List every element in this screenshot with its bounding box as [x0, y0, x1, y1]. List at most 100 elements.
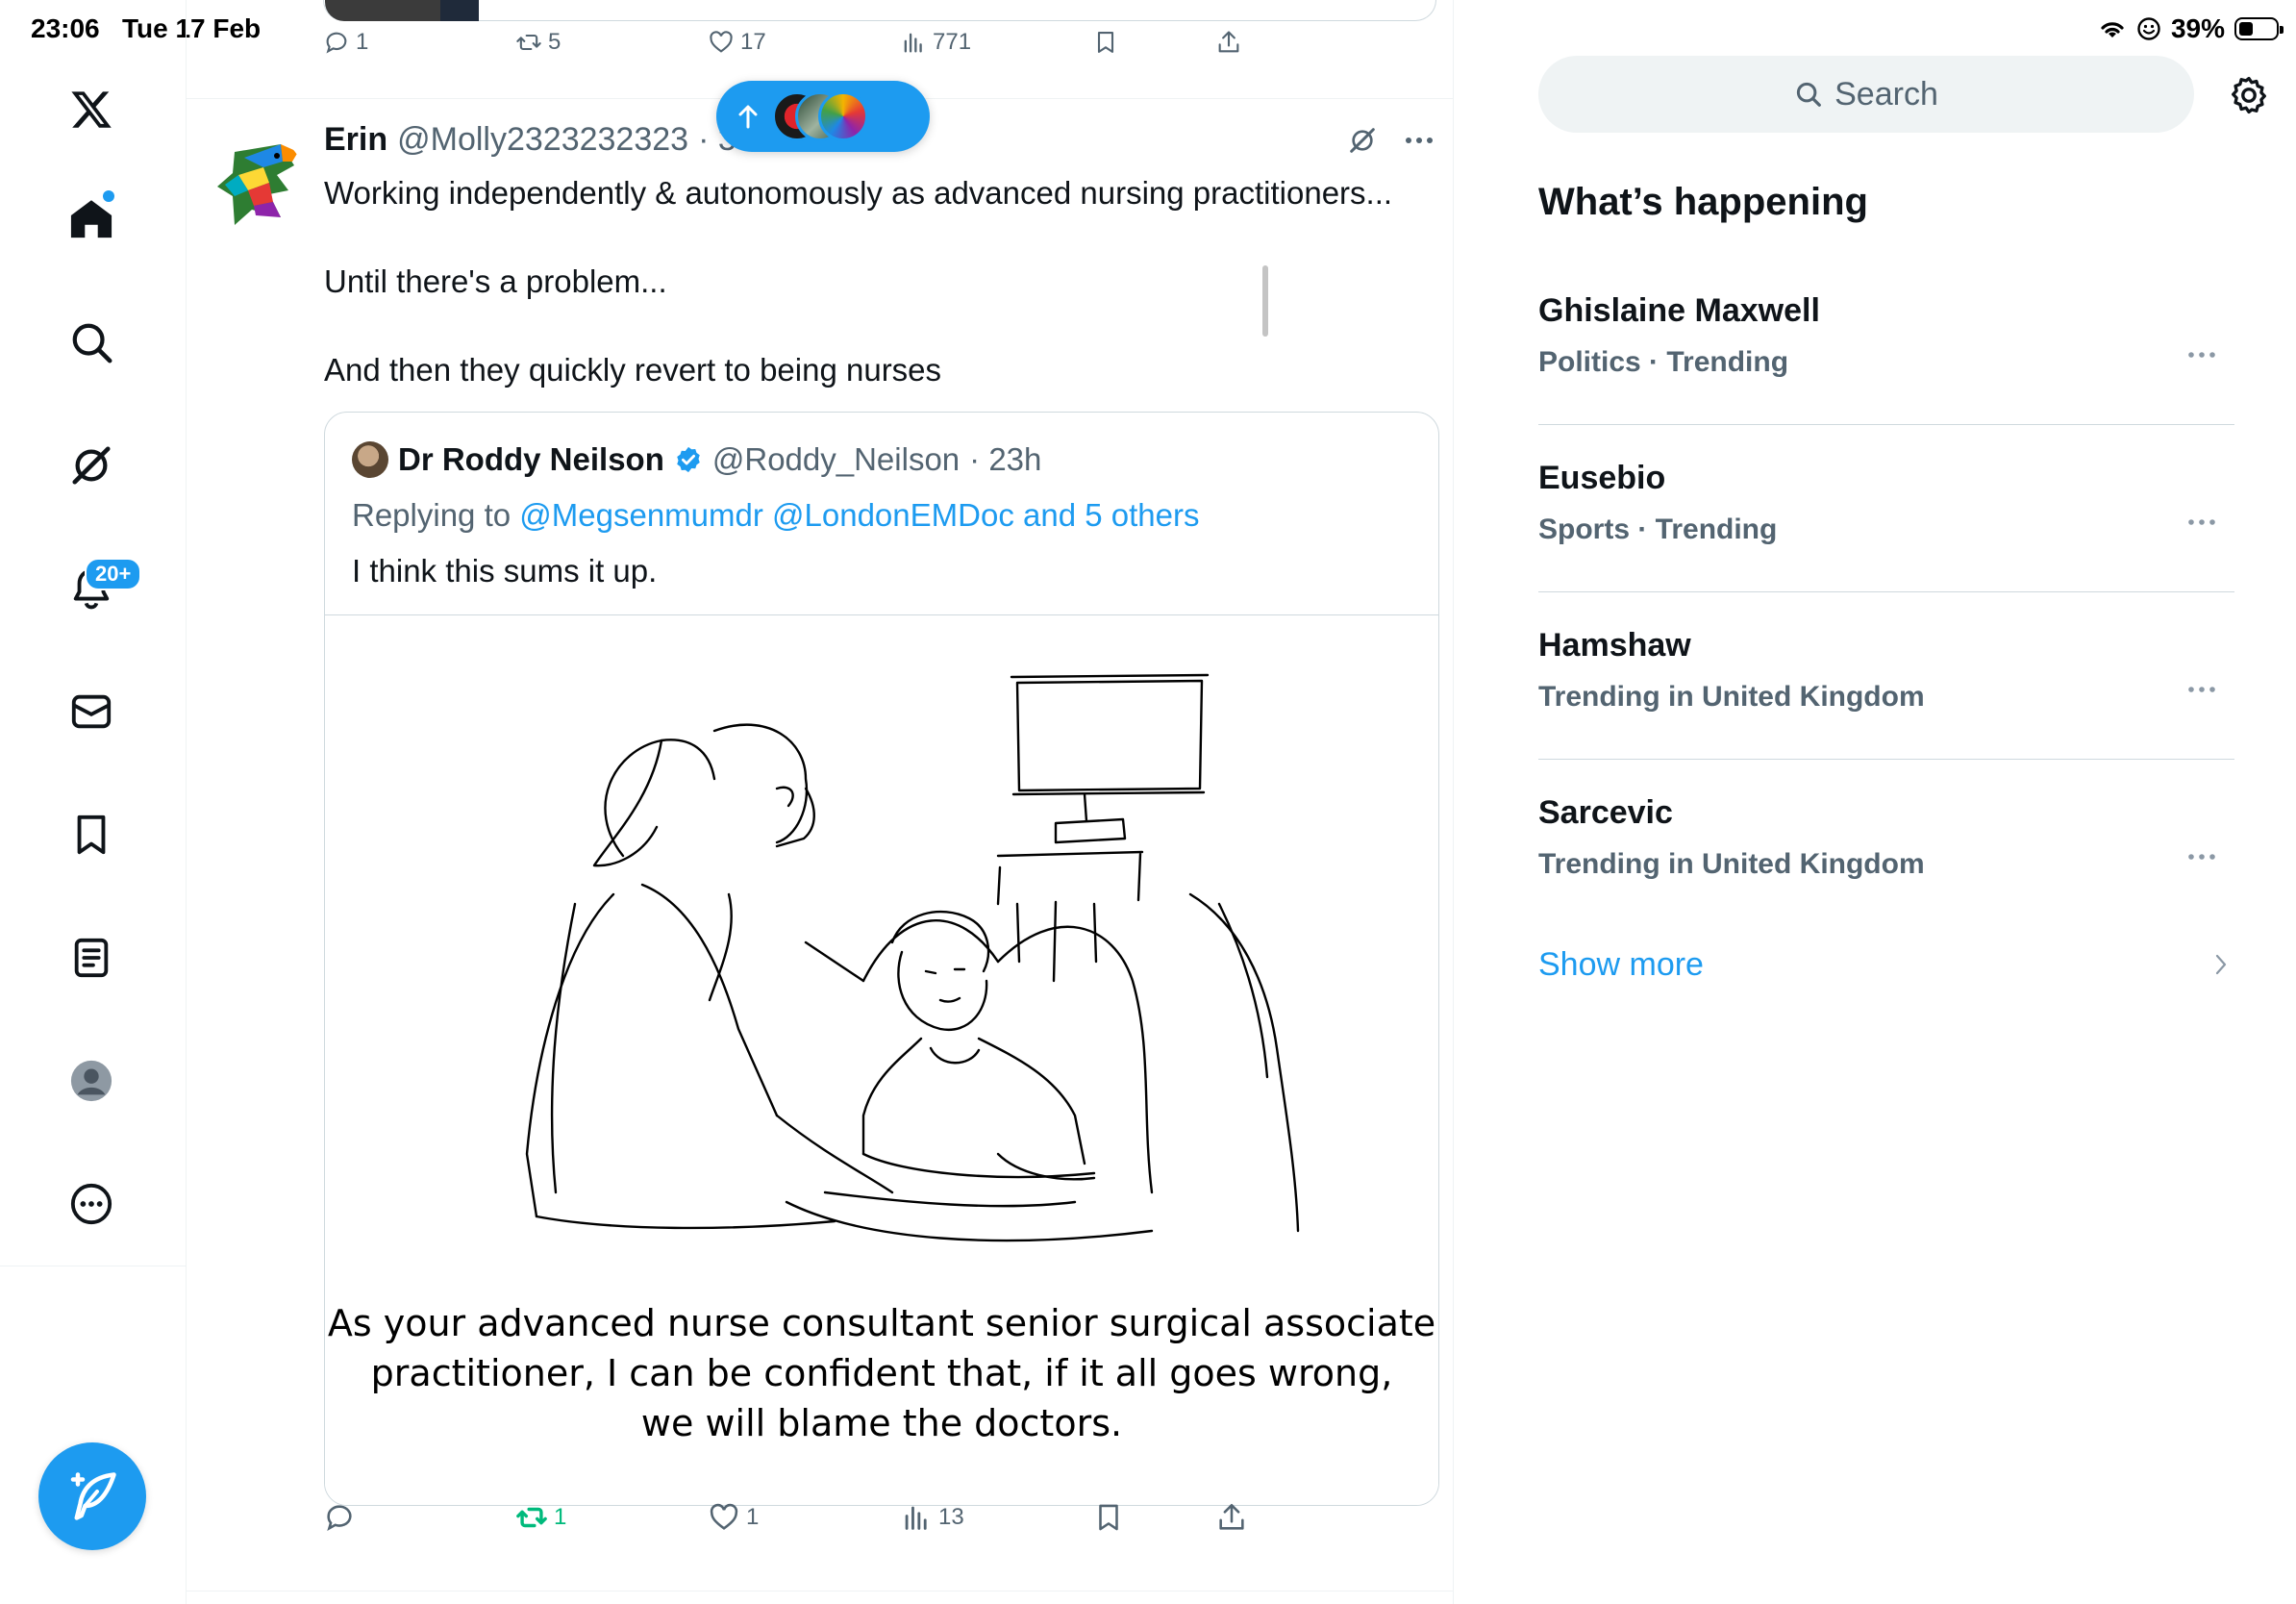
views-count: 771	[933, 29, 972, 55]
heart-icon	[710, 1503, 738, 1530]
trend-item[interactable]: Eusebio Sports · Trending	[1538, 425, 2234, 592]
like-button[interactable]: 17	[708, 29, 766, 56]
like-button[interactable]: 1	[708, 1501, 759, 1534]
views-button[interactable]: 771	[900, 29, 971, 56]
tweet-line	[324, 304, 1392, 348]
verified-badge-icon	[677, 446, 700, 473]
views-chart-icon	[904, 33, 922, 53]
reply-button[interactable]: 1	[323, 29, 368, 56]
bookmarks-icon[interactable]	[61, 804, 122, 865]
repost-button[interactable]: 5	[515, 29, 561, 56]
trend-more-dots-icon[interactable]	[2184, 508, 2219, 537]
heart-icon	[710, 31, 733, 53]
trend-item[interactable]: Sarcevic Trending in United Kingdom	[1538, 760, 2234, 927]
trend-name: Hamshaw	[1538, 627, 1691, 664]
new-posts-pill[interactable]	[716, 81, 930, 152]
replying-to: Replying to @Megsenmumdr @LondonEMDoc an…	[352, 497, 1199, 534]
like-count: 1	[746, 1504, 760, 1530]
repost-button[interactable]: 1	[515, 1501, 566, 1534]
repost-icon	[516, 1507, 547, 1528]
previous-tweet-thumbnail[interactable]	[325, 0, 479, 21]
trend-item[interactable]: Hamshaw Trending in United Kingdom	[1538, 592, 2234, 760]
new-post-avatar	[818, 91, 868, 141]
views-chart-icon	[905, 1506, 927, 1530]
cartoon-drawing	[525, 673, 1300, 1242]
trend-meta: Politics · Trending	[1538, 346, 1789, 378]
views-button[interactable]: 13	[900, 1501, 964, 1534]
reply-count: 1	[356, 29, 369, 55]
quoted-author-name: Dr Roddy Neilson	[398, 441, 664, 477]
caption-line: we will blame the doctors.	[640, 1402, 1123, 1444]
tweet-line: Working independently & autonomously as …	[324, 175, 1393, 211]
reply-button[interactable]	[323, 1501, 362, 1534]
bookmark-button[interactable]	[1092, 29, 1119, 56]
bookmark-icon	[1099, 1504, 1118, 1531]
quoted-tweet-header: Dr Roddy Neilson @Roddy_Neilson · 23h	[352, 441, 1041, 478]
right-panel: Search What’s happening Ghislaine Maxwel…	[1454, 0, 2296, 1604]
replying-to-mentions[interactable]: @Megsenmumdr @LondonEMDoc and 5 others	[519, 497, 1199, 533]
repost-count: 5	[548, 29, 562, 55]
grok-icon[interactable]	[61, 435, 122, 496]
share-button[interactable]	[1215, 29, 1242, 56]
trend-more-dots-icon[interactable]	[2184, 340, 2219, 369]
repost-count: 1	[554, 1504, 567, 1530]
author-name[interactable]: Erin	[324, 121, 387, 159]
bookmark-button[interactable]	[1092, 1501, 1125, 1534]
previous-tweet-card-edge	[323, 0, 1436, 21]
share-icon	[1219, 1503, 1244, 1530]
trend-item[interactable]: Ghislaine Maxwell Politics · Trending	[1538, 258, 2234, 425]
lists-icon[interactable]	[61, 927, 122, 989]
trend-name: Eusebio	[1538, 460, 1666, 496]
tweet-line: And then they quickly revert to being nu…	[324, 352, 942, 388]
settings-gear-button[interactable]	[2223, 69, 2275, 121]
bookmark-icon	[1097, 32, 1114, 53]
trend-more-dots-icon[interactable]	[2184, 842, 2219, 871]
messages-envelope-icon[interactable]	[61, 681, 122, 742]
more-dots-icon[interactable]	[1405, 136, 1434, 145]
quoted-author-avatar	[352, 441, 388, 478]
trend-name: Sarcevic	[1538, 794, 1673, 831]
profile-avatar-icon[interactable]	[61, 1050, 122, 1112]
search-icon[interactable]	[61, 312, 122, 373]
arrow-up-icon	[738, 105, 758, 129]
gear-icon	[2232, 76, 2266, 114]
tweet-line: Until there's a problem...	[324, 263, 667, 299]
more-options-circle-icon[interactable]	[61, 1173, 122, 1235]
show-more-link[interactable]: Show more	[1538, 946, 1704, 984]
x-logo-icon[interactable]	[61, 79, 122, 140]
sidebar: 20+	[0, 0, 187, 1604]
caption-line: As your advanced nurse consultant senior…	[327, 1302, 1436, 1344]
reply-icon	[326, 32, 347, 54]
trend-meta: Sports · Trending	[1538, 514, 1778, 545]
tweet-text: Working independently & autonomously as …	[324, 171, 1392, 392]
compose-post-button[interactable]	[38, 1442, 146, 1550]
search-placeholder: Search	[1834, 75, 1938, 113]
search-icon	[1797, 82, 1821, 107]
trend-more-dots-icon[interactable]	[2184, 675, 2219, 704]
trend-meta: Trending in United Kingdom	[1538, 848, 1925, 880]
author-handle[interactable]: @Molly2323232323	[397, 121, 688, 159]
replying-to-label: Replying to	[352, 497, 512, 533]
tweet-header-actions	[1347, 125, 1434, 156]
compose-feather-icon	[70, 1472, 116, 1520]
quoted-tweet-text: I think this sums it up.	[352, 553, 658, 589]
quoted-tweet-image[interactable]: As your advanced nurse consultant senior…	[325, 614, 1438, 1505]
cartoon-caption: As your advanced nurse consultant senior…	[325, 1298, 1438, 1448]
tweet-line	[324, 215, 1392, 260]
trend-name: Ghislaine Maxwell	[1538, 292, 1820, 329]
views-count: 13	[938, 1504, 964, 1530]
trend-meta: Trending in United Kingdom	[1538, 681, 1925, 713]
quoted-tweet-time: · 23h	[969, 441, 1042, 477]
whats-happening-title: What’s happening	[1538, 181, 1868, 223]
home-unread-dot	[103, 190, 114, 202]
author-avatar[interactable]	[206, 133, 306, 233]
chevron-right-icon[interactable]	[2213, 952, 2229, 977]
grok-icon[interactable]	[1347, 125, 1378, 156]
caption-line: practitioner, I can be confident that, i…	[370, 1352, 1393, 1394]
search-input[interactable]: Search	[1538, 56, 2194, 133]
quoted-tweet-card[interactable]: Dr Roddy Neilson @Roddy_Neilson · 23h Re…	[324, 412, 1439, 1506]
tweet-header: Erin @Molly2323232323 · 30m	[324, 121, 782, 159]
scrollbar-thumb[interactable]	[1262, 265, 1268, 337]
notifications-badge: 20+	[85, 558, 142, 590]
share-button[interactable]	[1215, 1501, 1248, 1534]
